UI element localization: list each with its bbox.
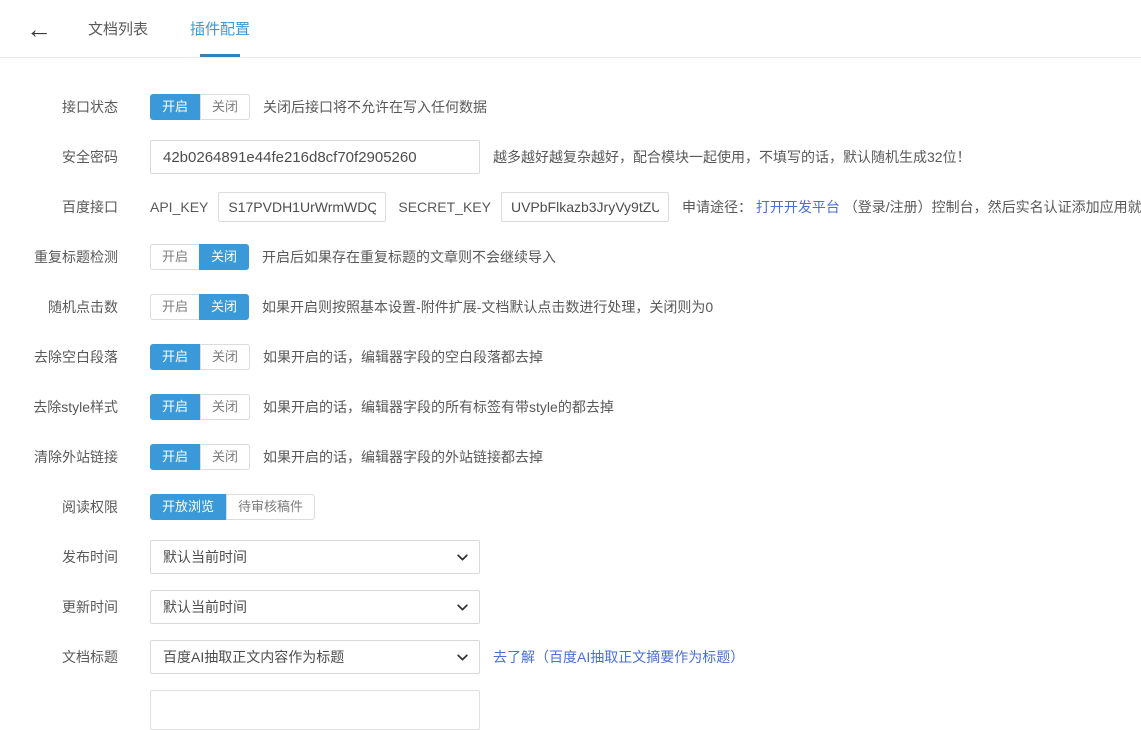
chevron-down-icon bbox=[456, 651, 469, 664]
pending-review-button[interactable]: 待审核稿件 bbox=[226, 494, 315, 520]
hint-text: 越多越好越复杂越好，配合模块一起使用，不填写的话，默认随机生成32位！ bbox=[493, 147, 971, 167]
row-security-password: 安全密码 越多越好越复杂越好，配合模块一起使用，不填写的话，默认随机生成32位！ bbox=[0, 140, 1141, 174]
security-password-input[interactable] bbox=[150, 140, 480, 174]
row-duplicate-title-check: 重复标题检测 开启 关闭 开启后如果存在重复标题的文章则不会继续导入 bbox=[0, 240, 1141, 274]
field-label: 重复标题检测 bbox=[0, 247, 118, 267]
toggle-off-button[interactable]: 关闭 bbox=[200, 444, 250, 470]
partial-input[interactable] bbox=[150, 690, 480, 730]
dev-platform-link[interactable]: 打开开发平台 bbox=[756, 199, 840, 215]
toggle-on-button[interactable]: 开启 bbox=[150, 344, 200, 370]
field-label: 发布时间 bbox=[0, 547, 118, 567]
field-label: 接口状态 bbox=[0, 97, 118, 117]
hint-text: 如果开启的话，编辑器字段的所有标签有带style的都去掉 bbox=[263, 397, 614, 417]
chevron-down-icon bbox=[456, 551, 469, 564]
row-doc-title: 文档标题 百度AI抽取正文内容作为标题 去了解（百度AI抽取正文摘要作为标题） bbox=[0, 640, 1141, 674]
row-random-clicks: 随机点击数 开启 关闭 如果开启则按照基本设置-附件扩展-文档默认点击数进行处理… bbox=[0, 290, 1141, 324]
field-label: 清除外站链接 bbox=[0, 447, 118, 467]
toggle-on-button[interactable]: 开启 bbox=[150, 444, 200, 470]
toggle-off-button[interactable]: 关闭 bbox=[200, 394, 250, 420]
publish-time-select[interactable]: 默认当前时间 bbox=[150, 540, 480, 574]
apply-path-suffix: （登录/注册）控制台，然后实名认证添加应用就看到了 bbox=[844, 199, 1141, 215]
toggle-on-button[interactable]: 开启 bbox=[150, 244, 200, 270]
header: ← 文档列表 插件配置 bbox=[0, 0, 1141, 58]
row-publish-time: 发布时间 默认当前时间 bbox=[0, 540, 1141, 574]
plugin-config-form: 接口状态 开启 关闭 关闭后接口将不允许在写入任何数据 安全密码 越多越好越复杂… bbox=[0, 58, 1141, 730]
selected-value: 默认当前时间 bbox=[163, 547, 247, 567]
api-key-input[interactable] bbox=[218, 192, 386, 222]
apply-path-label: 申请途径： bbox=[682, 199, 752, 215]
api-key-label: API_KEY bbox=[150, 199, 208, 215]
update-time-select[interactable]: 默认当前时间 bbox=[150, 590, 480, 624]
toggle-off-button[interactable]: 关闭 bbox=[200, 344, 250, 370]
api-status-toggle: 开启 关闭 bbox=[150, 94, 250, 120]
hint-text: 申请途径： 打开开发平台 （登录/注册）控制台，然后实名认证添加应用就看到了 bbox=[682, 197, 1141, 217]
toggle-off-button[interactable]: 关闭 bbox=[200, 94, 250, 120]
field-label: 百度接口 bbox=[0, 197, 118, 217]
hint-text: 如果开启的话，编辑器字段的外站链接都去掉 bbox=[263, 447, 543, 467]
back-arrow-icon[interactable]: ← bbox=[26, 16, 60, 42]
field-label: 随机点击数 bbox=[0, 297, 118, 317]
row-read-permission: 阅读权限 开放浏览 待审核稿件 bbox=[0, 490, 1141, 524]
learn-more-link[interactable]: 去了解（百度AI抽取正文摘要作为标题） bbox=[493, 647, 744, 667]
selected-value: 默认当前时间 bbox=[163, 597, 247, 617]
row-remove-style: 去除style样式 开启 关闭 如果开启的话，编辑器字段的所有标签有带style… bbox=[0, 390, 1141, 424]
random-clicks-toggle: 开启 关闭 bbox=[150, 294, 249, 320]
tab-doc-list[interactable]: 文档列表 bbox=[88, 0, 148, 57]
field-label: 去除style样式 bbox=[0, 397, 118, 417]
hint-text: 如果开启的话，编辑器字段的空白段落都去掉 bbox=[263, 347, 543, 367]
row-remove-blank-paragraphs: 去除空白段落 开启 关闭 如果开启的话，编辑器字段的空白段落都去掉 bbox=[0, 340, 1141, 374]
hint-text: 关闭后接口将不允许在写入任何数据 bbox=[263, 97, 487, 117]
secret-key-label: SECRET_KEY bbox=[398, 199, 491, 215]
row-remove-external-links: 清除外站链接 开启 关闭 如果开启的话，编辑器字段的外站链接都去掉 bbox=[0, 440, 1141, 474]
row-baidu-api: 百度接口 API_KEY SECRET_KEY 申请途径： 打开开发平台 （登录… bbox=[0, 190, 1141, 224]
toggle-off-button[interactable]: 关闭 bbox=[199, 294, 249, 320]
duplicate-title-toggle: 开启 关闭 bbox=[150, 244, 249, 270]
toggle-on-button[interactable]: 开启 bbox=[150, 394, 200, 420]
field-label: 文档标题 bbox=[0, 647, 118, 667]
hint-text: 如果开启则按照基本设置-附件扩展-文档默认点击数进行处理，关闭则为0 bbox=[262, 297, 713, 317]
read-permission-toggle: 开放浏览 待审核稿件 bbox=[150, 494, 315, 520]
secret-key-input[interactable] bbox=[501, 192, 669, 222]
toggle-off-button[interactable]: 关闭 bbox=[199, 244, 249, 270]
field-label: 去除空白段落 bbox=[0, 347, 118, 367]
selected-value: 百度AI抽取正文内容作为标题 bbox=[163, 647, 344, 667]
row-api-status: 接口状态 开启 关闭 关闭后接口将不允许在写入任何数据 bbox=[0, 90, 1141, 124]
remove-style-toggle: 开启 关闭 bbox=[150, 394, 250, 420]
toggle-on-button[interactable]: 开启 bbox=[150, 94, 200, 120]
field-label: 阅读权限 bbox=[0, 497, 118, 517]
remove-external-links-toggle: 开启 关闭 bbox=[150, 444, 250, 470]
hint-text: 开启后如果存在重复标题的文章则不会继续导入 bbox=[262, 247, 556, 267]
toggle-on-button[interactable]: 开启 bbox=[150, 294, 200, 320]
field-label: 更新时间 bbox=[0, 597, 118, 617]
field-label: 安全密码 bbox=[0, 147, 118, 167]
row-update-time: 更新时间 默认当前时间 bbox=[0, 590, 1141, 624]
tab-plugin-config[interactable]: 插件配置 bbox=[190, 0, 250, 57]
open-browse-button[interactable]: 开放浏览 bbox=[150, 494, 226, 520]
remove-blank-toggle: 开启 关闭 bbox=[150, 344, 250, 370]
tab-bar: 文档列表 插件配置 bbox=[88, 0, 292, 57]
doc-title-select[interactable]: 百度AI抽取正文内容作为标题 bbox=[150, 640, 480, 674]
chevron-down-icon bbox=[456, 601, 469, 614]
